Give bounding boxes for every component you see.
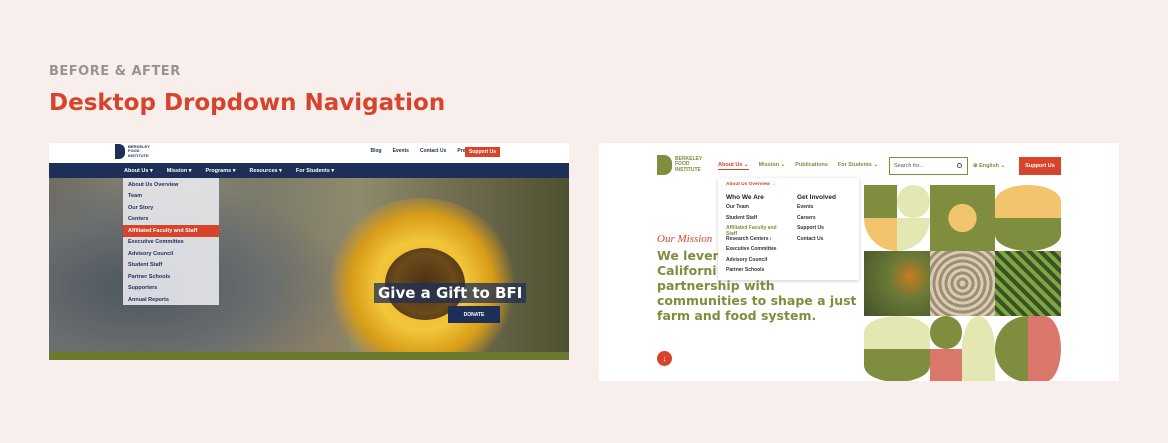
fruit-tree-photo <box>864 250 930 317</box>
support-button[interactable]: Support Us <box>465 147 500 157</box>
menu-item[interactable]: Student Staff <box>123 260 219 272</box>
nav-programs[interactable]: Programs ▾ <box>206 168 236 174</box>
tile <box>864 185 897 218</box>
menu-item[interactable]: Student Staff <box>726 215 780 226</box>
donate-button[interactable]: DONATE <box>448 306 500 323</box>
menu-item[interactable]: Executive Committee <box>123 237 219 249</box>
nav-resources[interactable]: Resources ▾ <box>249 168 281 174</box>
tile <box>995 217 1061 251</box>
menu-item[interactable]: Advisory Council <box>726 257 780 268</box>
after-main-nav: About Us ⌄ Mission ⌄ Publications For St… <box>718 162 878 170</box>
who-we-are-column: Who We Are Our Team Student Staff Affiliat… <box>726 194 780 273</box>
menu-item[interactable]: Contact Us <box>797 236 851 247</box>
mission-line: partnership with <box>657 278 775 293</box>
nav-mission[interactable]: Mission ▾ <box>167 168 192 174</box>
nav-mission[interactable]: Mission ⌄ <box>759 162 786 170</box>
tile <box>864 349 930 381</box>
menu-item[interactable]: Research Centers › <box>726 236 780 247</box>
nav-students[interactable]: For Students ▾ <box>296 168 334 174</box>
seedlings-photo <box>995 250 1061 317</box>
menu-item[interactable]: Executive Committee <box>726 246 780 257</box>
menu-item[interactable]: Affiliated Faculty and Staff <box>726 225 780 237</box>
tile <box>896 185 930 218</box>
nav-about[interactable]: About Us ⌄ <box>718 162 749 170</box>
after-screenshot: BERKELEY FOOD INSTITUTE About Us ⌄ Missi… <box>599 143 1119 381</box>
tile <box>995 316 1029 350</box>
tile <box>929 349 963 381</box>
menu-item[interactable]: Annual Reports <box>123 294 219 306</box>
before-dropdown-menu: About Us Overview Team Our Story Centers Aff… <box>123 178 219 305</box>
contact-link[interactable]: Contact Us <box>420 148 446 154</box>
menu-item[interactable]: Team <box>123 191 219 203</box>
tile <box>962 316 996 381</box>
tile <box>864 316 930 350</box>
logo-line: INSTITUTE <box>128 152 149 158</box>
hero-headline: Give a Gift to BFI <box>374 283 527 303</box>
page-title: Desktop Dropdown Navigation <box>49 90 446 116</box>
tile <box>864 217 897 251</box>
get-involved-column: Get Involved Events Careers Support Us Cont… <box>797 194 851 242</box>
tile <box>995 349 1029 381</box>
tile <box>1028 316 1061 381</box>
tile <box>995 185 1061 218</box>
menu-item[interactable]: Affiliated Faculty and Staff <box>123 225 219 237</box>
nav-students[interactable]: For Students ⌄ <box>838 162 878 170</box>
grass-strip <box>49 352 569 360</box>
tile <box>896 217 930 251</box>
menu-item[interactable]: Partner Schools <box>123 271 219 283</box>
tile <box>929 316 963 350</box>
mosaic-graphic <box>864 185 1061 381</box>
before-screenshot: BERKELEY FOOD INSTITUTE Blog Events Cont… <box>49 143 569 360</box>
menu-item[interactable]: Support Us <box>797 225 851 236</box>
language-select[interactable]: ⊕ English ⌄ <box>973 163 1005 169</box>
before-main-nav: About Us ▾ Mission ▾ Programs ▾ Resource… <box>49 163 569 178</box>
menu-item[interactable]: Supporters <box>123 283 219 295</box>
blog-link[interactable]: Blog <box>370 148 381 154</box>
nav-publications[interactable]: Publications <box>795 162 828 170</box>
logo-line: INSTITUTE <box>675 166 701 173</box>
support-button[interactable]: Support Us <box>1019 157 1061 175</box>
search-icon[interactable] <box>957 163 962 168</box>
garlic-photo <box>929 250 996 317</box>
about-overview-link[interactable]: About Us Overview → <box>726 182 851 187</box>
search-input[interactable]: Search for... <box>889 157 968 175</box>
menu-item[interactable]: Events <box>797 204 851 215</box>
mission-line: farm and food system. <box>657 308 817 323</box>
menu-item[interactable]: Careers <box>797 215 851 226</box>
before-logo[interactable]: BERKELEY FOOD INSTITUTE <box>115 144 150 159</box>
before-utility-bar: BERKELEY FOOD INSTITUTE Blog Events Cont… <box>49 143 569 163</box>
column-heading: Who We Are <box>726 194 764 201</box>
menu-item[interactable]: Advisory Council <box>123 248 219 260</box>
menu-item[interactable]: Our Story <box>123 202 219 214</box>
logo-mark-icon <box>657 155 672 175</box>
tile <box>929 185 996 251</box>
scroll-down-icon[interactable]: ↓ <box>657 351 672 366</box>
mission-label: Our Mission <box>657 233 713 245</box>
menu-item[interactable]: Partner Schools <box>726 267 780 278</box>
search-placeholder: Search for... <box>894 163 924 169</box>
menu-item[interactable]: Centers <box>123 214 219 226</box>
after-dropdown-menu: About Us Overview → Who We Are Our Team S… <box>718 178 859 280</box>
eyebrow: BEFORE & AFTER <box>49 64 181 79</box>
mission-line: communities to shape a just <box>657 293 857 308</box>
column-heading: Get Involved <box>797 194 837 201</box>
after-logo[interactable]: BERKELEY FOOD INSTITUTE <box>657 155 702 175</box>
menu-item[interactable]: Our Team <box>726 204 780 215</box>
menu-item[interactable]: About Us Overview <box>123 179 219 191</box>
logo-mark-icon <box>115 144 125 159</box>
events-link[interactable]: Events <box>393 148 409 154</box>
nav-about[interactable]: About Us ▾ <box>124 168 153 174</box>
